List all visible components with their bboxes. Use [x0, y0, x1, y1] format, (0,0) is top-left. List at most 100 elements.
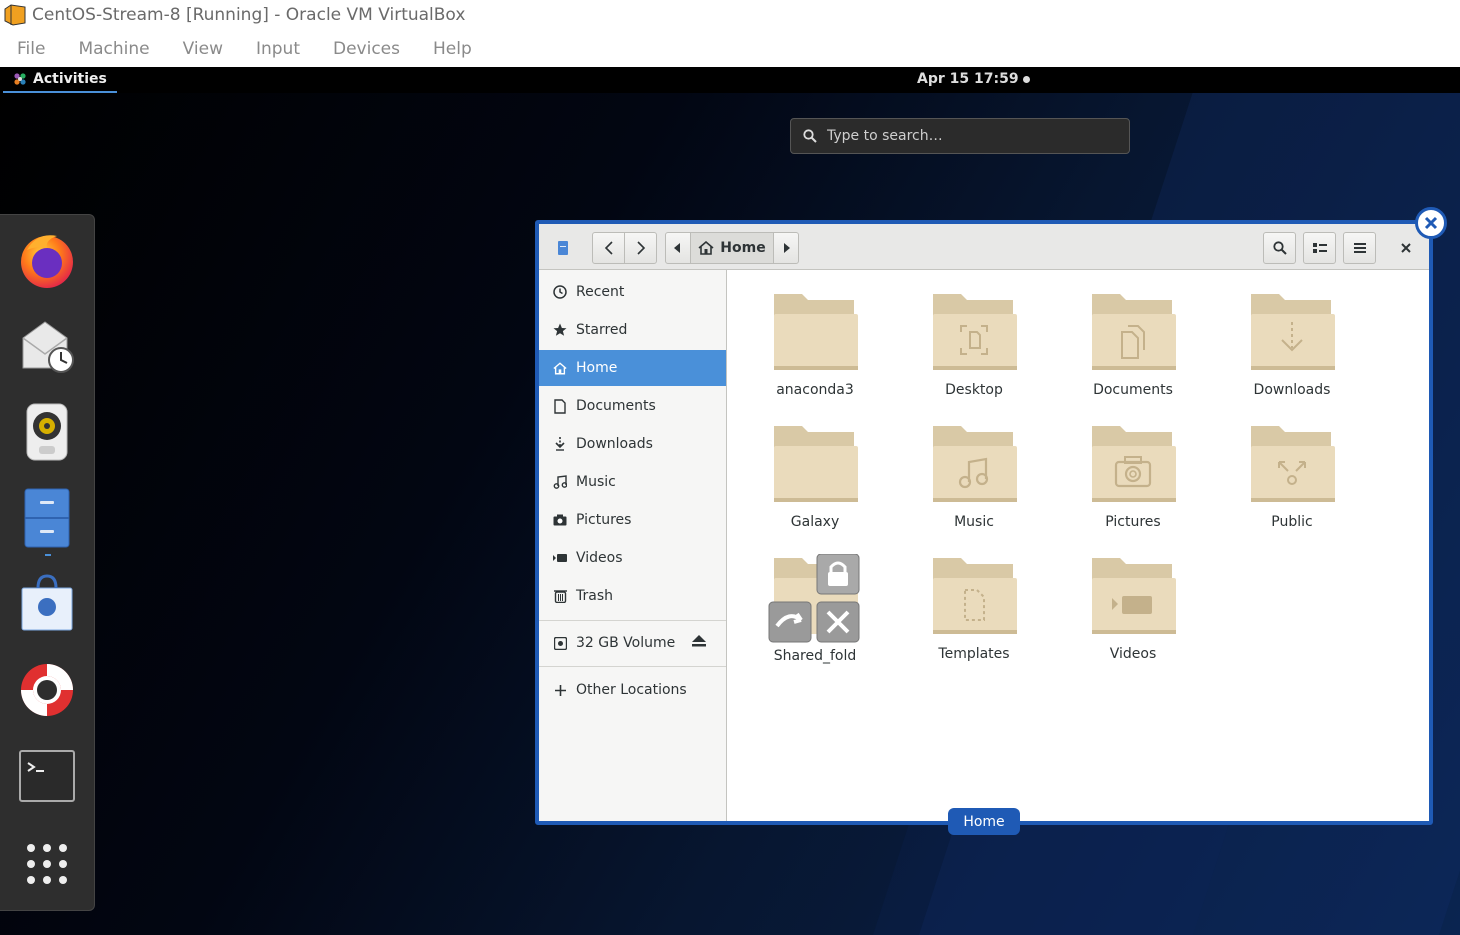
path-home-button[interactable]: Home — [690, 232, 774, 264]
folder-documents[interactable]: Documents — [1063, 290, 1203, 398]
download-icon — [552, 436, 568, 452]
menu-input[interactable]: Input — [256, 39, 300, 59]
folder-downloads[interactable]: Downloads — [1222, 290, 1362, 398]
folder-videos[interactable]: Videos — [1063, 554, 1203, 662]
folder-music[interactable]: Music — [904, 422, 1044, 530]
sidebar-item-volume[interactable]: 32 GB Volume — [539, 625, 726, 661]
folder-icon — [774, 294, 858, 370]
sidebar-item-label: Videos — [576, 550, 623, 566]
close-button[interactable] — [1391, 232, 1421, 264]
document-icon — [552, 398, 568, 414]
pictures-folder-icon — [1092, 426, 1176, 502]
evolution-mail-icon[interactable] — [16, 315, 78, 377]
folder-galaxy[interactable]: Galaxy — [745, 422, 885, 530]
music-folder-icon — [933, 426, 1017, 502]
chevron-right-icon — [636, 241, 645, 255]
path-label: Home — [720, 240, 766, 256]
menu-machine[interactable]: Machine — [78, 39, 149, 59]
sidebar-item-pictures[interactable]: Pictures — [539, 502, 726, 538]
sidebar-item-starred[interactable]: Starred — [539, 312, 726, 348]
file-grid[interactable]: anaconda3 Desktop Documents Downloads Ga… — [728, 270, 1429, 821]
path-scroll-left[interactable] — [665, 232, 691, 264]
file-name: Downloads — [1253, 382, 1331, 398]
vbox-menu-bar: File Machine View Input Devices Help — [0, 30, 1460, 67]
sidebar-item-home[interactable]: Home — [539, 350, 726, 386]
music-icon — [552, 474, 568, 490]
notification-dot-icon — [1022, 75, 1030, 83]
sidebar-item-label: Music — [576, 474, 616, 490]
search-icon — [803, 129, 817, 143]
file-name: Public — [1271, 514, 1313, 530]
running-indicator — [45, 554, 51, 556]
sidebar-item-recent[interactable]: Recent — [539, 274, 726, 310]
camera-icon — [552, 512, 568, 528]
folder-pictures[interactable]: Pictures — [1063, 422, 1203, 530]
view-toggle-button[interactable] — [1303, 232, 1336, 264]
overview-close-button[interactable] — [1415, 207, 1447, 239]
sidebar-item-label: Trash — [576, 588, 613, 604]
forward-button[interactable] — [624, 232, 657, 264]
sidebar-item-label: Documents — [576, 398, 656, 414]
folder-anaconda3[interactable]: anaconda3 — [745, 290, 885, 398]
file-name: Shared_fold — [773, 648, 857, 664]
search-button[interactable] — [1263, 232, 1296, 264]
clock[interactable]: Apr 15 17:59 — [917, 71, 1030, 87]
sidebar-item-trash[interactable]: Trash — [539, 578, 726, 614]
show-applications-icon[interactable] — [16, 833, 78, 895]
file-name: Music — [954, 514, 994, 530]
file-name: Videos — [1109, 646, 1157, 662]
clock-label: Apr 15 17:59 — [917, 71, 1019, 87]
downloads-folder-icon — [1251, 294, 1335, 370]
window-title: CentOS-Stream-8 [Running] - Oracle VM Vi… — [32, 5, 466, 25]
sidebar-toggle-button[interactable] — [545, 232, 581, 264]
folder-templates[interactable]: Templates — [904, 554, 1044, 662]
folder-shared-fold[interactable]: Shared_fold — [745, 553, 885, 664]
overview-search[interactable] — [790, 118, 1130, 154]
public-folder-icon — [1251, 426, 1335, 502]
files-icon[interactable] — [16, 487, 78, 549]
folder-desktop[interactable]: Desktop — [904, 290, 1044, 398]
desktop-folder-icon — [933, 294, 1017, 370]
places-sidebar: Recent Starred Home Documents Downloads … — [539, 270, 727, 821]
videos-folder-icon — [1092, 558, 1176, 634]
firefox-icon[interactable] — [16, 229, 78, 291]
window-caption: Home — [948, 808, 1020, 835]
guest-display[interactable]: Activities Apr 15 17:59 Type to search… … — [0, 67, 1460, 935]
folder-public[interactable]: Public — [1222, 422, 1362, 530]
home-icon — [552, 360, 568, 376]
sidebar-divider — [539, 666, 726, 667]
menu-devices[interactable]: Devices — [333, 39, 400, 59]
drive-icon — [558, 241, 568, 255]
help-icon[interactable] — [16, 659, 78, 721]
close-icon — [1401, 243, 1411, 253]
header-bar: Home — [539, 224, 1429, 270]
software-icon[interactable] — [16, 573, 78, 635]
activities-button[interactable]: Activities — [3, 67, 117, 93]
sidebar-item-music[interactable]: Music — [539, 464, 726, 500]
shared-folder-icon — [768, 553, 860, 643]
sidebar-item-downloads[interactable]: Downloads — [539, 426, 726, 462]
sidebar-item-videos[interactable]: Videos — [539, 540, 726, 576]
sidebar-item-documents[interactable]: Documents — [539, 388, 726, 424]
chevron-left-icon — [604, 241, 613, 255]
search-icon — [1272, 241, 1287, 255]
search-input[interactable] — [827, 128, 1107, 144]
sidebar-divider — [539, 620, 726, 621]
menu-button[interactable] — [1343, 232, 1376, 264]
file-name: Desktop — [945, 382, 1003, 398]
back-button[interactable] — [592, 232, 625, 264]
menu-help[interactable]: Help — [433, 39, 472, 59]
eject-icon[interactable] — [692, 635, 706, 651]
list-view-icon — [1312, 243, 1327, 253]
sidebar-item-label: Home — [576, 360, 618, 376]
sidebar-item-other-locations[interactable]: Other Locations — [539, 672, 726, 708]
menu-file[interactable]: File — [17, 39, 45, 59]
virtualbox-icon — [4, 4, 26, 26]
rhythmbox-icon[interactable] — [16, 401, 78, 463]
disk-icon — [552, 635, 568, 651]
terminal-icon[interactable] — [16, 745, 78, 807]
star-icon — [552, 322, 568, 338]
menu-view[interactable]: View — [183, 39, 223, 59]
path-scroll-right[interactable] — [773, 232, 799, 264]
files-window[interactable]: Home Recent Starred Home Documents Downl… — [535, 220, 1433, 825]
